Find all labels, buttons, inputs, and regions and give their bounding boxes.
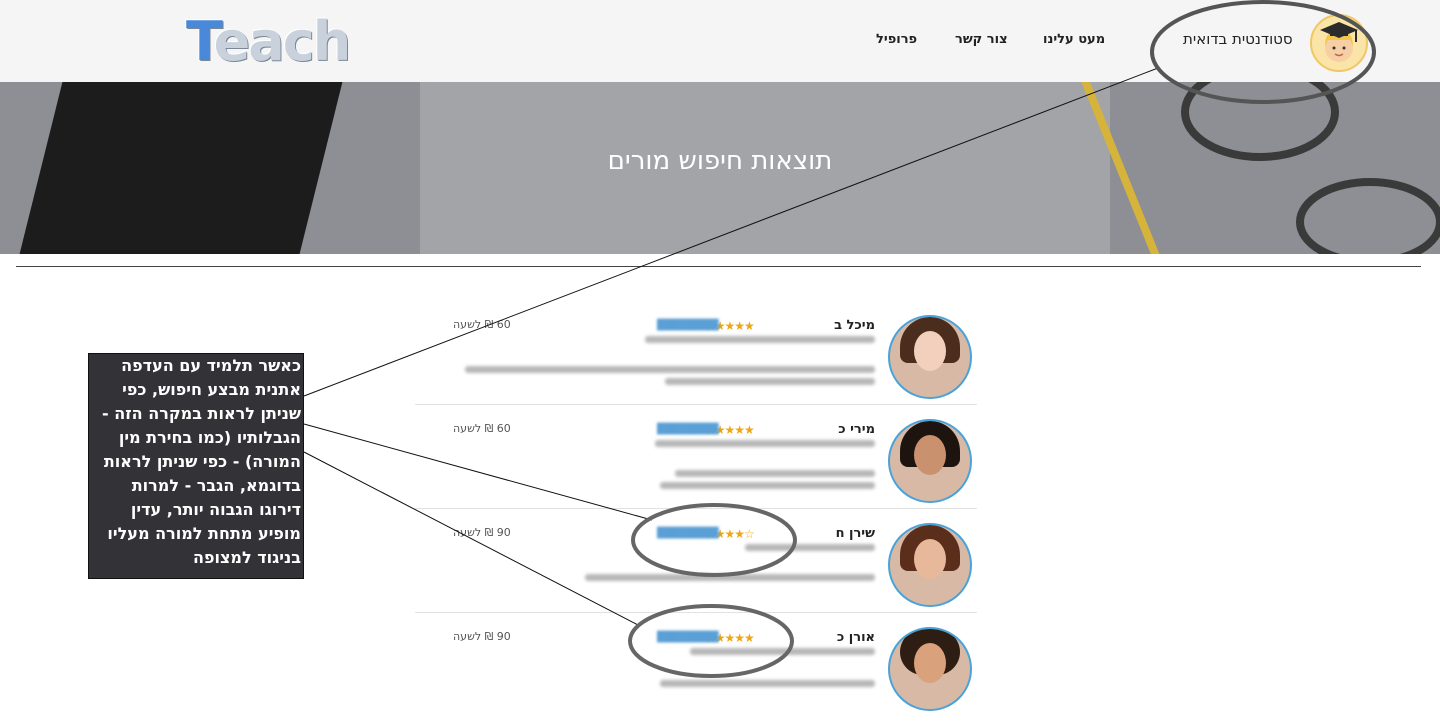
annotation-line: [303, 67, 1159, 397]
annotation-overlay: [303, 0, 1376, 678]
annotation-line: [303, 451, 641, 627]
highlight-ellipse: [628, 604, 794, 678]
highlight-ellipse: [1150, 0, 1376, 104]
highlight-ellipse: [631, 503, 797, 577]
annotation-line: [303, 423, 653, 521]
